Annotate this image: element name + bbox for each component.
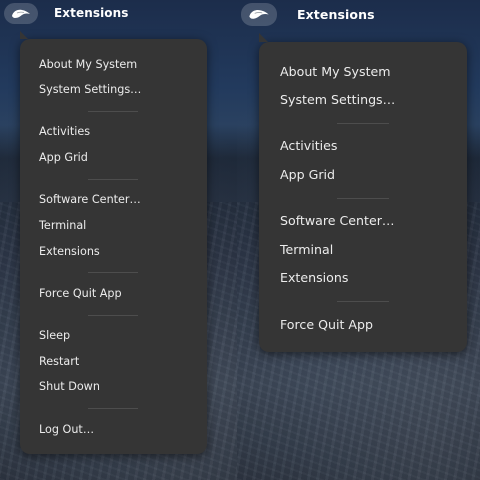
menu-item-shut-down[interactable]: Shut Down xyxy=(20,377,207,397)
active-app-title[interactable]: Extensions xyxy=(54,6,129,20)
menu-item-terminal[interactable]: Terminal xyxy=(20,216,207,236)
menu-item-terminal[interactable]: Terminal xyxy=(259,239,467,261)
menu-pointer xyxy=(259,33,268,42)
menu-item-software-center[interactable]: Software Center… xyxy=(259,210,467,232)
menu-separator xyxy=(337,123,389,124)
menu-item-restart[interactable]: Restart xyxy=(20,352,207,372)
menu-pointer xyxy=(20,31,28,39)
distro-logo-icon xyxy=(249,9,269,19)
system-menu: About My System System Settings… Activit… xyxy=(259,33,467,352)
menu-item-extensions[interactable]: Extensions xyxy=(20,242,207,262)
menu-item-system-settings[interactable]: System Settings… xyxy=(259,89,467,111)
menu-item-activities[interactable]: Activities xyxy=(20,122,207,142)
menu-item-app-grid[interactable]: App Grid xyxy=(20,148,207,168)
top-bar: Extensions xyxy=(237,0,480,28)
distro-logo-icon xyxy=(12,9,30,18)
menu-item-about-my-system[interactable]: About My System xyxy=(20,55,207,75)
top-bar: Extensions xyxy=(0,0,237,28)
menu-item-system-settings[interactable]: System Settings… xyxy=(20,80,207,100)
menu-separator xyxy=(88,408,138,409)
system-menu-button[interactable] xyxy=(4,3,38,24)
left-screen: Extensions About My System System Settin… xyxy=(0,0,237,480)
right-screen: Extensions About My System System Settin… xyxy=(237,0,480,480)
system-menu: About My System System Settings… Activit… xyxy=(20,31,207,454)
menu-separator xyxy=(88,272,138,273)
menu-separator xyxy=(88,179,138,180)
menu-item-about-my-system[interactable]: About My System xyxy=(259,61,467,83)
menu-item-log-out[interactable]: Log Out… xyxy=(20,420,207,440)
menu-separator xyxy=(88,111,138,112)
menu-separator xyxy=(337,301,389,302)
menu-separator xyxy=(337,198,389,199)
menu-item-software-center[interactable]: Software Center… xyxy=(20,190,207,210)
menu-item-force-quit-app[interactable]: Force Quit App xyxy=(20,284,207,304)
menu-item-app-grid[interactable]: App Grid xyxy=(259,164,467,186)
menu-item-sleep[interactable]: Sleep xyxy=(20,326,207,346)
menu-item-activities[interactable]: Activities xyxy=(259,135,467,157)
menu-item-extensions[interactable]: Extensions xyxy=(259,267,467,289)
menu-separator xyxy=(88,315,138,316)
menu-item-force-quit-app[interactable]: Force Quit App xyxy=(259,314,467,336)
active-app-title[interactable]: Extensions xyxy=(297,7,375,22)
system-menu-button[interactable] xyxy=(241,3,277,26)
